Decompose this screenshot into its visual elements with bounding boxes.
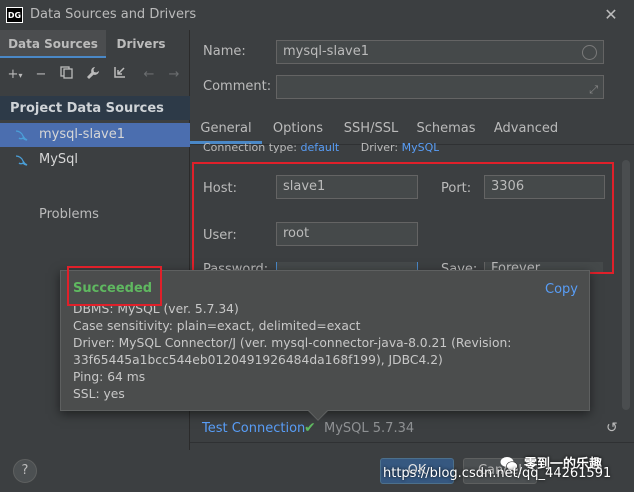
- window-title: Data Sources and Drivers: [30, 7, 197, 22]
- tab-general[interactable]: General: [190, 116, 262, 144]
- left-tabs: Data Sources Drivers: [0, 30, 190, 58]
- remove-icon[interactable]: −: [32, 66, 50, 84]
- status-circle-icon: [582, 45, 597, 60]
- connection-type-label: Connection type:: [203, 141, 298, 153]
- expand-icon[interactable]: ⤢: [589, 79, 598, 98]
- connection-type-row: Connection type: default Driver: MySQL: [203, 141, 439, 153]
- watermark-url-text: https://blog.csdn.net/qq_44261591: [383, 466, 612, 481]
- name-value: mysql-slave1: [283, 44, 369, 59]
- tab-ssh-ssl[interactable]: SSH/SSL: [338, 116, 404, 144]
- forward-icon[interactable]: →: [165, 66, 183, 84]
- tab-drivers[interactable]: Drivers: [106, 30, 176, 58]
- name-input[interactable]: mysql-slave1: [276, 40, 604, 64]
- help-button[interactable]: ?: [13, 459, 37, 483]
- test-connection-link[interactable]: Test Connection: [202, 421, 305, 436]
- bottom-divider: [190, 442, 634, 443]
- popup-line-revision: 33f65445a1bcc544eb0120491926484da168f199…: [73, 353, 443, 367]
- copy-link[interactable]: Copy: [545, 282, 578, 297]
- tab-options[interactable]: Options: [266, 116, 330, 144]
- comment-label: Comment:: [203, 79, 272, 94]
- left-toolbar: +▾ − ← →: [0, 62, 190, 88]
- add-icon[interactable]: +▾: [6, 66, 24, 84]
- undo-icon[interactable]: ↺: [606, 420, 618, 436]
- connection-type-link[interactable]: default: [301, 141, 340, 153]
- wrench-icon[interactable]: [84, 66, 102, 84]
- data-source-label: mysql-slave1: [39, 127, 125, 142]
- comment-input[interactable]: ⤢: [276, 75, 604, 99]
- app-logo: DG: [6, 7, 23, 23]
- close-icon[interactable]: ✕: [600, 4, 622, 26]
- check-icon: ✔: [304, 420, 316, 436]
- duplicate-icon[interactable]: [57, 66, 75, 84]
- mysql-dolphin-icon: [14, 128, 28, 142]
- highlight-box: [192, 162, 614, 274]
- scrollbar[interactable]: [622, 160, 630, 410]
- data-source-label: MySql: [39, 152, 79, 167]
- driver-label: Driver:: [360, 141, 399, 153]
- back-icon[interactable]: ←: [140, 66, 158, 84]
- tab-schemas[interactable]: Schemas: [414, 116, 478, 144]
- popup-line-driver: Driver: MySQL Connector/J (ver. mysql-co…: [73, 336, 512, 350]
- mysql-dolphin-icon: [14, 153, 28, 167]
- succeeded-highlight-box: [67, 266, 162, 306]
- popup-line-ssl: SSL: yes: [73, 387, 125, 401]
- popup-line-case: Case sensitivity: plain=exact, delimited…: [73, 319, 361, 333]
- data-source-item-mysql-slave1[interactable]: mysql-slave1: [0, 123, 190, 147]
- tab-data-sources[interactable]: Data Sources: [0, 30, 106, 58]
- name-label: Name:: [203, 44, 246, 59]
- db-version-label: MySQL 5.7.34: [324, 421, 415, 436]
- section-header-label: Project Data Sources: [10, 101, 164, 116]
- import-icon[interactable]: [110, 66, 128, 84]
- data-source-item-mysql[interactable]: MySql: [0, 148, 190, 172]
- driver-link[interactable]: MySQL: [402, 141, 440, 153]
- right-tabs: General Options SSH/SSL Schemas Advanced: [190, 116, 634, 144]
- tab-advanced[interactable]: Advanced: [490, 116, 562, 144]
- problems-label[interactable]: Problems: [39, 207, 99, 222]
- popup-line-ping: Ping: 64 ms: [73, 370, 146, 384]
